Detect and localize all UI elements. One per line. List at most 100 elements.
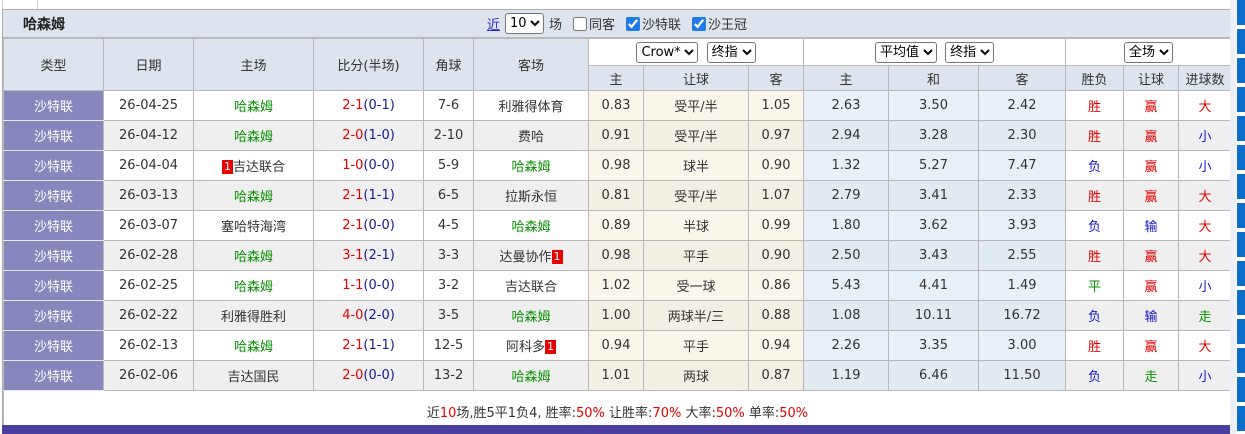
- saudi-league-checkbox-label[interactable]: 沙特联: [618, 14, 681, 33]
- team-name: 利雅得体育: [498, 100, 564, 115]
- cell-odds-away: 0.87: [747, 360, 805, 391]
- cell-avg-home: 1.08: [803, 300, 890, 331]
- cell-result-wdl: 负: [1065, 150, 1125, 181]
- col-header-away: 客场: [473, 38, 589, 91]
- cell-away-team: 吉达联合: [473, 270, 589, 301]
- cell-score: 4-0(2-0): [313, 300, 424, 331]
- checkbox-text: 沙特联: [642, 18, 682, 33]
- cell-avg-away: 3.93: [978, 210, 1067, 241]
- cell-result-wdl: 平: [1065, 270, 1125, 301]
- cell-handicap: 平手: [643, 240, 749, 271]
- cell-avg-away: 16.72: [978, 300, 1067, 331]
- col-header-home: 主场: [193, 38, 314, 91]
- odds-time-select[interactable]: 终指: [706, 41, 756, 63]
- matches-suffix-label: 场: [548, 18, 562, 33]
- cell-score: 1-1(0-0): [313, 270, 424, 301]
- cell-odds-home: 1.00: [588, 300, 644, 331]
- full-time-score: 2-1: [342, 218, 364, 233]
- page-gutter: [1230, 0, 1236, 434]
- saudi-cup-checkbox-label[interactable]: 沙王冠: [684, 14, 747, 33]
- full-time-score: 4-0: [342, 308, 364, 323]
- cell-avg-away: 3.00: [978, 330, 1067, 361]
- cell-result-goals: 大: [1178, 210, 1233, 241]
- cell-handicap: 半球: [643, 210, 749, 241]
- cell-result-wdl: 负: [1065, 300, 1125, 331]
- team-name: 拉斯永恒: [504, 190, 557, 205]
- cell-date: 26-02-22: [103, 300, 194, 331]
- table-row: 沙特联 26-04-25 哈森姆 2-1(0-1) 7-6 利雅得体育 0.83…: [3, 90, 1233, 121]
- red-card-badge: 1: [545, 340, 556, 354]
- sub-header-result-handicap: 让球: [1123, 65, 1180, 91]
- team-name: 阿科多: [505, 340, 545, 355]
- divider: [2, 0, 3, 9]
- cell-avg-home: 2.26: [803, 330, 890, 361]
- team-name: 达曼协作: [499, 250, 552, 265]
- cell-date: 26-04-04: [103, 150, 194, 181]
- cell-corner: 2-10: [423, 120, 474, 151]
- cell-handicap: 球半: [643, 150, 749, 181]
- same-away-checkbox[interactable]: [572, 16, 587, 31]
- team-name: 哈森姆: [233, 250, 273, 265]
- cell-score: 2-0(1-0): [313, 120, 424, 151]
- scope-select[interactable]: 全场: [1124, 41, 1174, 63]
- summary-segment: 70%: [652, 405, 682, 421]
- cell-score: 2-1(0-1): [313, 90, 424, 121]
- average-time-select[interactable]: 终指: [945, 41, 995, 63]
- cell-result-wdl: 胜: [1065, 180, 1125, 211]
- filter-controls: 近 10 场 同客 沙特联 沙王冠: [487, 13, 747, 34]
- cell-result-wdl: 负: [1065, 210, 1125, 241]
- cell-home-team: 哈森姆: [193, 240, 314, 271]
- cell-league: 沙特联: [3, 240, 104, 271]
- cell-avg-draw: 5.27: [888, 150, 980, 181]
- saudi-league-checkbox[interactable]: [626, 16, 641, 31]
- cell-result-wdl: 负: [1065, 360, 1125, 391]
- cell-league: 沙特联: [3, 300, 104, 331]
- team-name: 费哈: [517, 130, 544, 145]
- cell-avg-draw: 4.41: [888, 270, 980, 301]
- right-edge-blue-strip: [1237, 0, 1245, 434]
- cell-home-team: 哈森姆: [193, 270, 314, 301]
- cell-league: 沙特联: [3, 150, 104, 181]
- cell-result-handicap: 输: [1123, 300, 1180, 331]
- half-time-score: (2-0): [363, 308, 395, 323]
- cell-league: 沙特联: [3, 120, 104, 151]
- half-time-score: (0-0): [363, 278, 395, 293]
- table-row: 沙特联 26-02-13 哈森姆 2-1(1-1) 12-5 阿科多 1 0.94…: [3, 330, 1233, 361]
- table-row: 沙特联 26-03-07 塞哈特海湾 2-1(0-0) 4-5 哈森姆 0.89…: [3, 210, 1233, 241]
- cell-home-team: 哈森姆: [193, 330, 314, 361]
- cell-odds-away: 0.90: [747, 150, 805, 181]
- cell-league: 沙特联: [3, 90, 104, 121]
- team-title: 哈森姆: [23, 16, 65, 33]
- cell-corner: 6-5: [423, 180, 474, 211]
- full-time-score: 1-1: [342, 278, 364, 293]
- cell-odds-home: 0.98: [588, 150, 644, 181]
- same-away-checkbox-label[interactable]: 同客: [565, 14, 615, 33]
- average-select[interactable]: 平均值: [874, 41, 937, 63]
- cell-odds-away: 1.05: [747, 90, 805, 121]
- cell-league: 沙特联: [3, 330, 104, 361]
- cell-avg-draw: 6.46: [888, 360, 980, 391]
- team-name: 哈森姆: [233, 340, 273, 355]
- cell-avg-draw: 3.62: [888, 210, 980, 241]
- cell-avg-away: 2.55: [978, 240, 1067, 271]
- cell-odds-away: 0.88: [747, 300, 805, 331]
- cell-result-goals: 小: [1178, 120, 1233, 151]
- full-time-score: 2-1: [342, 98, 364, 113]
- cell-away-team: 阿科多 1: [473, 330, 589, 361]
- cell-score: 2-0(0-0): [313, 360, 424, 391]
- cell-odds-home: 0.94: [588, 330, 644, 361]
- recent-count-select[interactable]: 10: [504, 13, 544, 34]
- checkbox-text: 同客: [588, 18, 616, 33]
- cell-odds-home: 0.89: [588, 210, 644, 241]
- odds-source-select[interactable]: Crow*: [636, 41, 699, 63]
- saudi-cup-checkbox[interactable]: [692, 16, 707, 31]
- recent-link[interactable]: 近: [487, 14, 500, 33]
- cell-avg-home: 1.80: [803, 210, 890, 241]
- cell-result-wdl: 胜: [1065, 330, 1125, 361]
- cell-avg-draw: 3.43: [888, 240, 980, 271]
- half-time-score: (1-1): [363, 338, 395, 353]
- cell-away-team: 哈森姆: [473, 360, 589, 391]
- team-name: 哈森姆: [511, 370, 551, 385]
- top-leftover-strip: [0, 0, 1245, 9]
- summary-segment: 近: [426, 405, 440, 421]
